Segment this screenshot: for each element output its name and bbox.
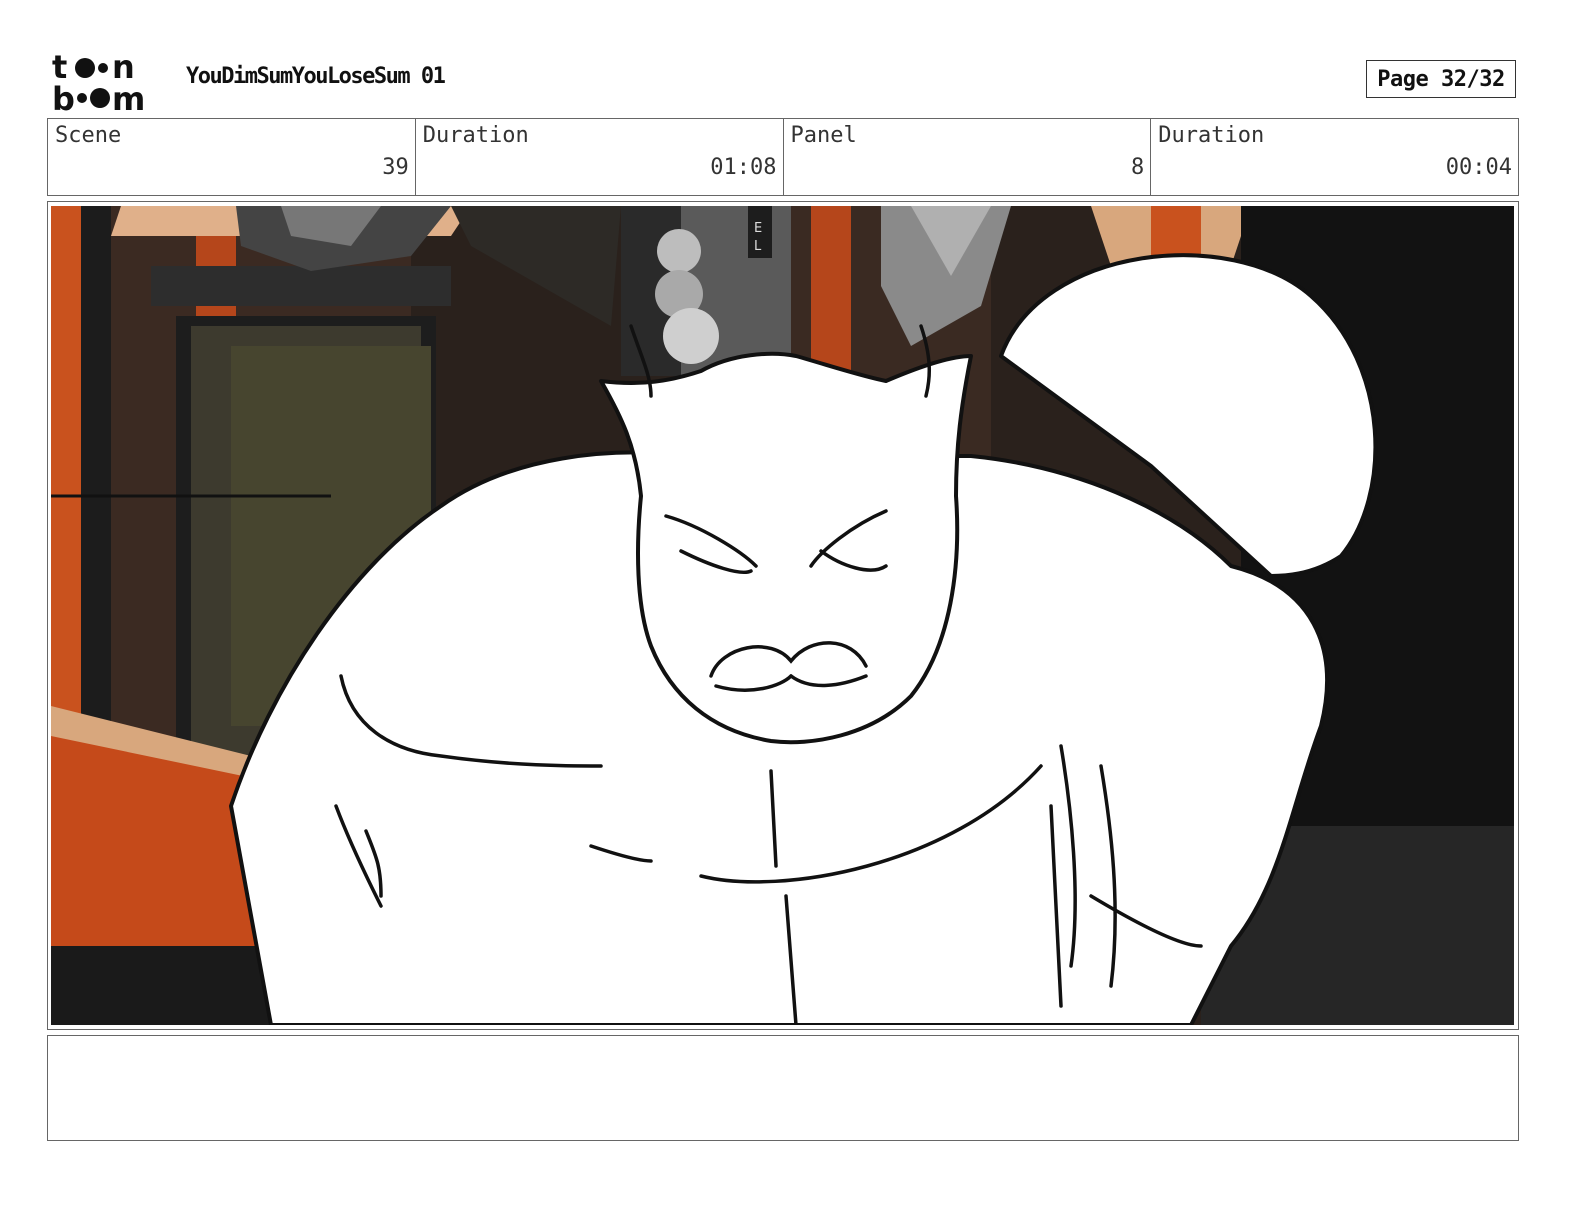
panel-notes	[47, 1035, 1519, 1141]
alley-sign-letter: L	[754, 239, 762, 254]
toonboom-logo: t n b m	[52, 52, 145, 112]
scene-duration-cell: Duration 01:08	[416, 119, 784, 195]
panel-cell: Panel 8	[784, 119, 1152, 195]
svg-text:m: m	[112, 80, 145, 112]
panel-duration-value: 00:04	[1445, 155, 1512, 180]
scene-duration-label: Duration	[422, 123, 529, 148]
scene-value: 39	[382, 155, 409, 180]
page-indicator: Page 32/32	[1366, 60, 1516, 98]
scene-label: Scene	[55, 123, 122, 148]
document-title: YouDimSumYouLoseSum 01	[186, 64, 446, 89]
scene-cell: Scene 39	[48, 119, 416, 195]
panel-info-row: Scene 39 Duration 01:08 Panel 8 Duration…	[47, 118, 1519, 196]
panel-duration-label: Duration	[1158, 123, 1265, 148]
panel-value: 8	[1131, 155, 1145, 180]
panel-duration-cell: Duration 00:04	[1151, 119, 1518, 195]
storyboard-panel-image: E L	[51, 206, 1514, 1025]
panel-label: Panel	[790, 123, 857, 148]
alley-sign-letter: E	[754, 221, 762, 236]
scene-duration-value: 01:08	[710, 155, 777, 180]
svg-text:b: b	[52, 80, 75, 112]
